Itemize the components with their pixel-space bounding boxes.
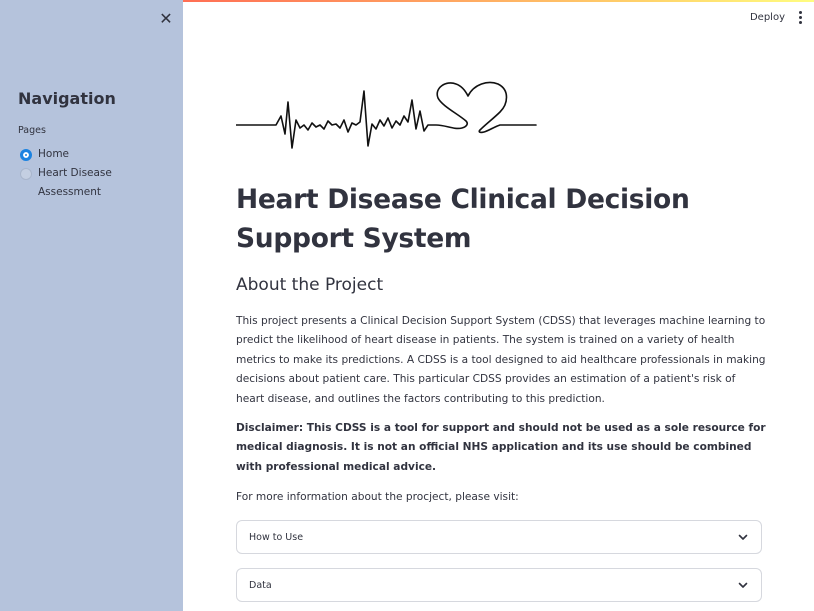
sidebar: ✕ Navigation Pages Home Heart Disease As… (0, 0, 183, 611)
chevron-down-icon (738, 534, 748, 540)
expander-data[interactable]: Data (236, 568, 762, 602)
heartbeat-ecg-heart-icon (236, 81, 537, 149)
deploy-button[interactable]: Deploy (750, 12, 785, 23)
chevron-down-icon (738, 582, 748, 588)
sidebar-item-label: Home (38, 148, 70, 160)
header-toolbar: Deploy (750, 11, 802, 24)
kebab-menu-icon[interactable] (799, 11, 802, 24)
more-info-text: For more information about the procject,… (236, 491, 519, 503)
expander-label: Data (249, 579, 272, 591)
sidebar-title: Navigation (18, 89, 116, 108)
section-title: About the Project (236, 275, 384, 295)
expander-label: How to Use (249, 531, 304, 543)
pages-label: Pages (18, 125, 46, 136)
expander-how-to-use[interactable]: How to Use (236, 520, 762, 554)
close-icon[interactable]: ✕ (157, 10, 175, 28)
sidebar-item-heart-disease-assessment[interactable]: Heart Disease Assessment (20, 167, 128, 202)
page-title: Heart Disease Clinical Decision Support … (236, 184, 690, 254)
radio-selected-icon[interactable] (20, 149, 32, 161)
sidebar-item-label: Heart Disease Assessment (38, 167, 112, 198)
radio-unselected-icon[interactable] (20, 168, 32, 180)
disclaimer-paragraph: Disclaimer: This CDSS is a tool for supp… (236, 422, 766, 473)
intro-paragraph: This project presents a Clinical Decisio… (236, 315, 766, 405)
sidebar-item-home[interactable]: Home (20, 148, 69, 164)
